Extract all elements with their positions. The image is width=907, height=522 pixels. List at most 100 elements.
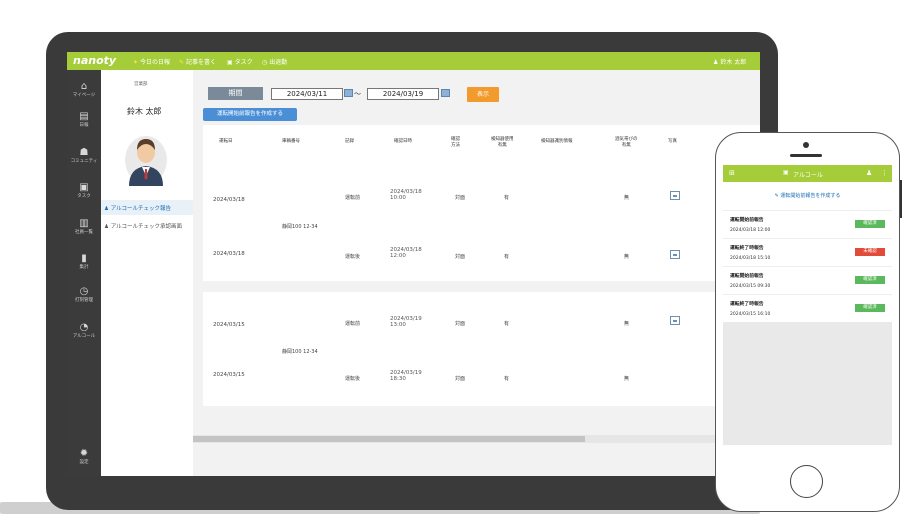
photo-icon[interactable] [670, 316, 680, 325]
date-to-input[interactable]: 2024/03/19 [367, 88, 439, 100]
col-detector-used: 検知器使用 有無 [491, 137, 514, 148]
clipboard-icon: ▣ [227, 59, 233, 66]
check-method: 対面 [455, 321, 466, 327]
phone-speaker [790, 154, 822, 157]
star-icon: ✦ [133, 59, 139, 66]
alcohol-present: 無 [624, 376, 630, 382]
sidebar-item-daily-report[interactable]: ▤ 日報 [67, 111, 101, 128]
check-method: 対面 [455, 195, 466, 201]
user-icon: ♟ [713, 59, 719, 66]
check-method: 対面 [455, 254, 466, 260]
report-title: 運転終了時報告 [730, 302, 764, 307]
phone-home-button [790, 465, 823, 498]
record-type: 運転前 [345, 195, 361, 201]
col-record: 記録 [345, 139, 354, 144]
checked-time: 13:00 [390, 322, 406, 328]
report-title: 運転開始前報告 [730, 274, 764, 279]
more-icon[interactable]: ⋮ [881, 169, 888, 177]
status-badge: 確認済 [855, 276, 885, 284]
drive-date: 2024/03/18 [213, 251, 245, 257]
record-type: 運転前 [345, 321, 361, 327]
list-item[interactable]: 運転終了時報告 2024/03/15 16:10 確認済 [723, 294, 892, 322]
show-button[interactable]: 表示 [467, 87, 499, 102]
sidebar-item-alcohol[interactable]: ◔ アルコール [67, 322, 101, 339]
period-label: 期間 [208, 87, 263, 100]
alcohol-present: 無 [624, 254, 630, 260]
user-icon[interactable]: ♟ [866, 169, 872, 177]
sidebar-item-timecard[interactable]: ◷ 打刻管理 [67, 286, 101, 303]
nav-task[interactable]: ▣ タスク [227, 57, 253, 66]
detector-used: 有 [504, 321, 510, 327]
menu-alcohol-report[interactable]: ♟ アルコールチェック報告 [101, 200, 193, 215]
report-title: 運転終了時報告 [730, 246, 764, 251]
sidebar-item-employees[interactable]: ▥ 社員一覧 [67, 218, 101, 235]
col-alcohol: 酒気帯びの 有無 [615, 137, 638, 148]
top-bar: nanoty ✦ 今日の日報 ✎ 記事を書く ▣ タスク ◷ 出退勤 ♟ 鈴木 太郎 [67, 52, 760, 70]
col-vehicle: 車輌番号 [282, 139, 300, 144]
scrollbar-thumb[interactable] [193, 436, 585, 442]
create-report-button[interactable]: 運転開始前報告を作成する [203, 108, 297, 121]
nav-write-article[interactable]: ✎ 記事を書く [179, 57, 216, 66]
user-name: 鈴木 太郎 [127, 107, 162, 116]
drive-date: 2024/03/15 [213, 322, 245, 328]
sidebar: ⌂ マイページ ▤ 日報 ☗ コミュニティ ▣ タスク ▥ 社員一覧 ▮ 集計 ◷ 打刻管理 … [67, 70, 101, 476]
phone-create-report[interactable]: ✎ 運転開始前報告を作成する [723, 182, 892, 210]
sidebar-item-task[interactable]: ▣ タスク [67, 182, 101, 199]
vehicle-number: 静岡100 12-34 [282, 224, 318, 230]
photo-icon[interactable] [670, 250, 680, 259]
phone-camera [803, 142, 809, 148]
list-item[interactable]: 運転終了時報告 2024/03/18 15:10 未確認 [723, 238, 892, 266]
laptop-screen: nanoty ✦ 今日の日報 ✎ 記事を書く ▣ タスク ◷ 出退勤 ♟ 鈴木 太郎 ⌂ マ… [67, 52, 760, 476]
sidebar-item-settings[interactable]: ✹ 設定 [67, 448, 101, 465]
report-date: 2024/03/15 09:30 [730, 284, 771, 289]
date-from-input[interactable]: 2024/03/11 [271, 88, 343, 100]
detector-used: 有 [504, 376, 510, 382]
drive-date: 2024/03/18 [213, 197, 245, 203]
grid-menu-icon[interactable]: ⊞ [729, 169, 735, 177]
calendar-icon[interactable] [441, 89, 450, 97]
department-label: 営業部 [134, 82, 148, 87]
phone-screen: ⊞ ▣ アルコール ♟ ⋮ ✎ 運転開始前報告を作成する 運転開始前報告 202… [723, 165, 892, 445]
table-header: 運転日 車輌番号 記録 確認日時 確認 方法 検知器使用 有無 検知器識別情報 … [203, 125, 760, 168]
report-date: 2024/03/18 15:10 [730, 256, 771, 261]
date-separator: 〜 [354, 90, 361, 98]
phone-report-list: 運転開始前報告 2024/03/18 12:00 確認済 運転終了時報告 202… [723, 210, 892, 322]
person-icon: ♟ [104, 224, 111, 230]
logo[interactable]: nanoty [73, 54, 116, 67]
col-method: 確認 方法 [451, 137, 460, 148]
sidebar-item-community[interactable]: ☗ コミュニティ [67, 147, 101, 164]
clipboard-icon: ▣ [79, 182, 89, 193]
menu-alcohol-approval[interactable]: ♟ アルコールチェック承認画面 [101, 218, 193, 233]
checked-time: 18:30 [390, 376, 406, 382]
table-row-group: 2024/03/18 運転前 2024/03/18 10:00 対面 有 無 静… [203, 167, 760, 281]
report-date: 2024/03/18 12:00 [730, 228, 771, 233]
status-badge: 確認済 [855, 220, 885, 228]
main-content: 期間 2024/03/11 〜 2024/03/19 表示 運転開始前報告を作成… [193, 70, 760, 476]
pen-icon: ✎ [179, 59, 185, 66]
user-menu[interactable]: ♟ 鈴木 太郎 [713, 57, 746, 66]
calendar-icon[interactable] [344, 89, 353, 97]
detector-used: 有 [504, 195, 510, 201]
nav-today-report[interactable]: ✦ 今日の日報 [133, 57, 170, 66]
list-item[interactable]: 運転開始前報告 2024/03/15 09:30 確認済 [723, 266, 892, 294]
photo-icon[interactable] [670, 191, 680, 200]
col-detector-id: 検知器識別情報 [541, 139, 573, 144]
clipboard-icon: ▣ [783, 169, 789, 176]
record-type: 運転後 [345, 254, 361, 260]
list-item[interactable]: 運転開始前報告 2024/03/18 12:00 確認済 [723, 210, 892, 238]
col-drive-date: 運転日 [219, 139, 233, 144]
avatar [125, 136, 167, 186]
drive-date: 2024/03/15 [213, 372, 245, 378]
detector-used: 有 [504, 254, 510, 260]
status-badge: 確認済 [855, 304, 885, 312]
sidebar-item-stats[interactable]: ▮ 集計 [67, 253, 101, 270]
checked-time: 12:00 [390, 253, 406, 259]
gear-icon: ✹ [79, 448, 89, 459]
sidebar-item-mypage[interactable]: ⌂ マイページ [67, 81, 101, 98]
checked-time: 10:00 [390, 195, 406, 201]
nav-attendance[interactable]: ◷ 出退勤 [262, 57, 287, 66]
alcohol-present: 無 [624, 321, 630, 327]
report-date: 2024/03/15 16:10 [730, 312, 771, 317]
clock-icon: ◷ [262, 59, 268, 66]
home-icon: ⌂ [80, 81, 88, 92]
